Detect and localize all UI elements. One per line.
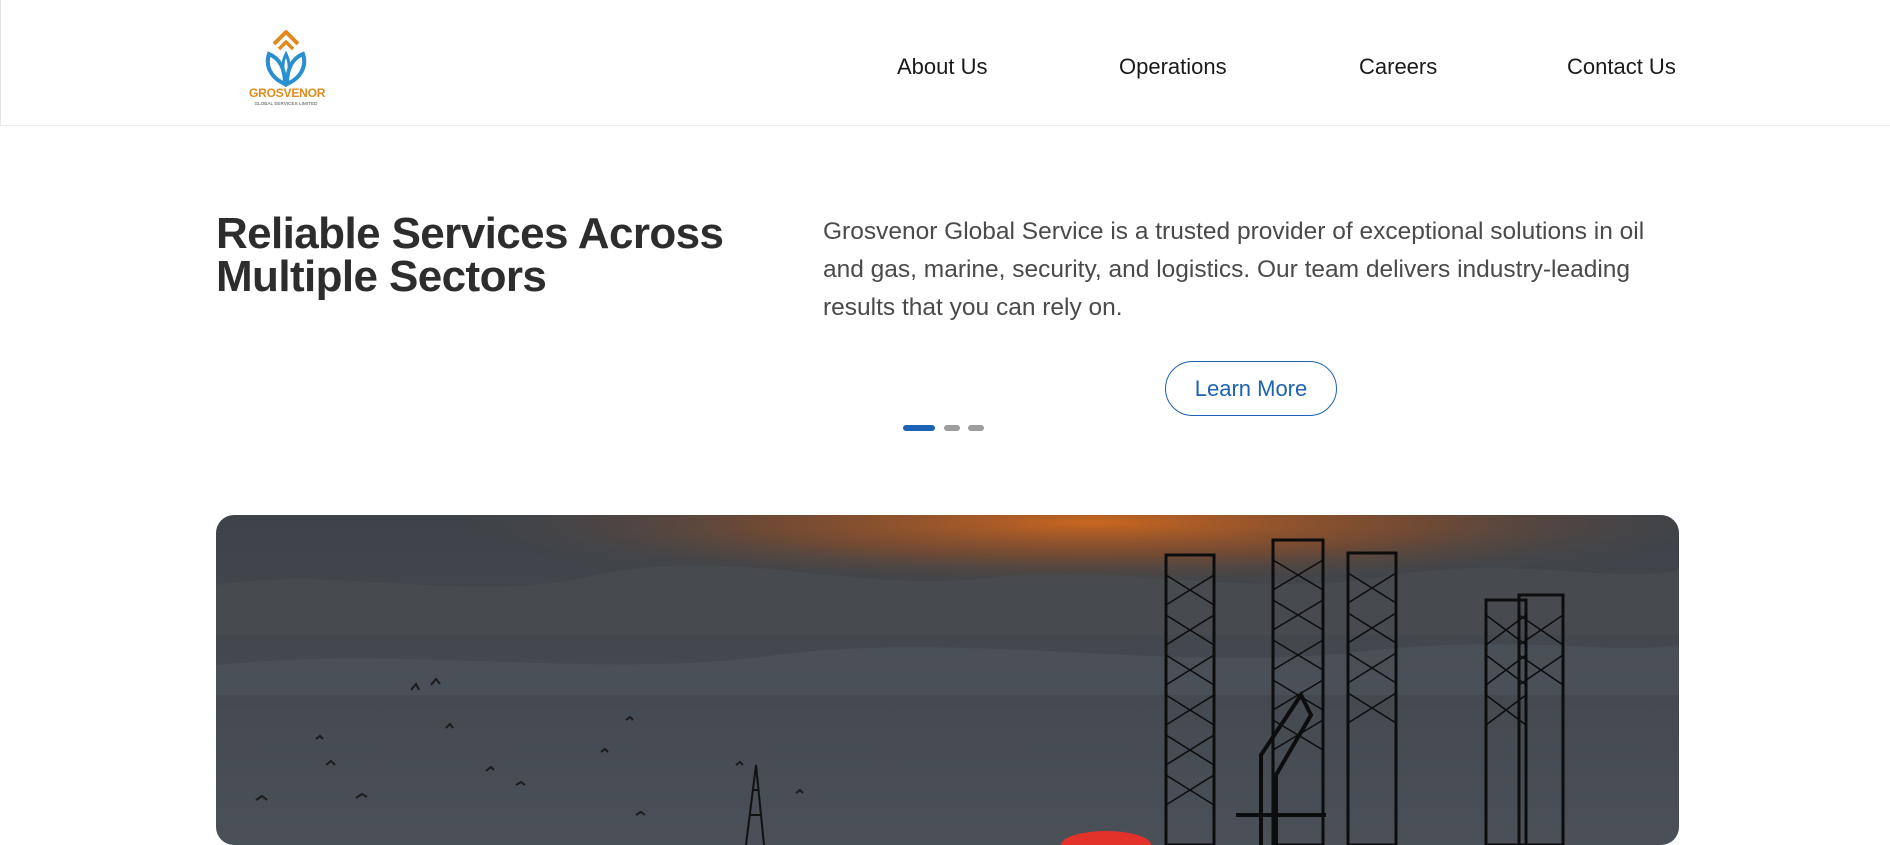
logo-emblem-icon: [265, 30, 307, 88]
nav-link-contact-us[interactable]: Contact Us: [1567, 54, 1676, 80]
nav-link-operations[interactable]: Operations: [1119, 54, 1227, 80]
slide-indicator-2[interactable]: [944, 425, 960, 431]
hero-banner-image: [216, 515, 1679, 845]
hero-title: Reliable Services Across Multiple Sector…: [216, 209, 724, 301]
nav-link-careers[interactable]: Careers: [1359, 54, 1437, 80]
logo-tagline: GLOBAL SERVICES LIMITED: [254, 101, 318, 106]
nav-link-about-us[interactable]: About Us: [897, 54, 988, 80]
site-header: GROSVENOR GLOBAL SERVICES LIMITED About …: [0, 0, 1890, 126]
hero-description: Grosvenor Global Service is a trusted pr…: [823, 218, 1645, 321]
learn-more-button[interactable]: Learn More: [1165, 361, 1337, 416]
slide-indicator-3[interactable]: [968, 425, 984, 431]
logo-wordmark: GROSVENOR: [249, 86, 326, 100]
slide-indicator-1[interactable]: [903, 425, 935, 431]
company-logo[interactable]: GROSVENOR GLOBAL SERVICES LIMITED: [249, 28, 326, 112]
